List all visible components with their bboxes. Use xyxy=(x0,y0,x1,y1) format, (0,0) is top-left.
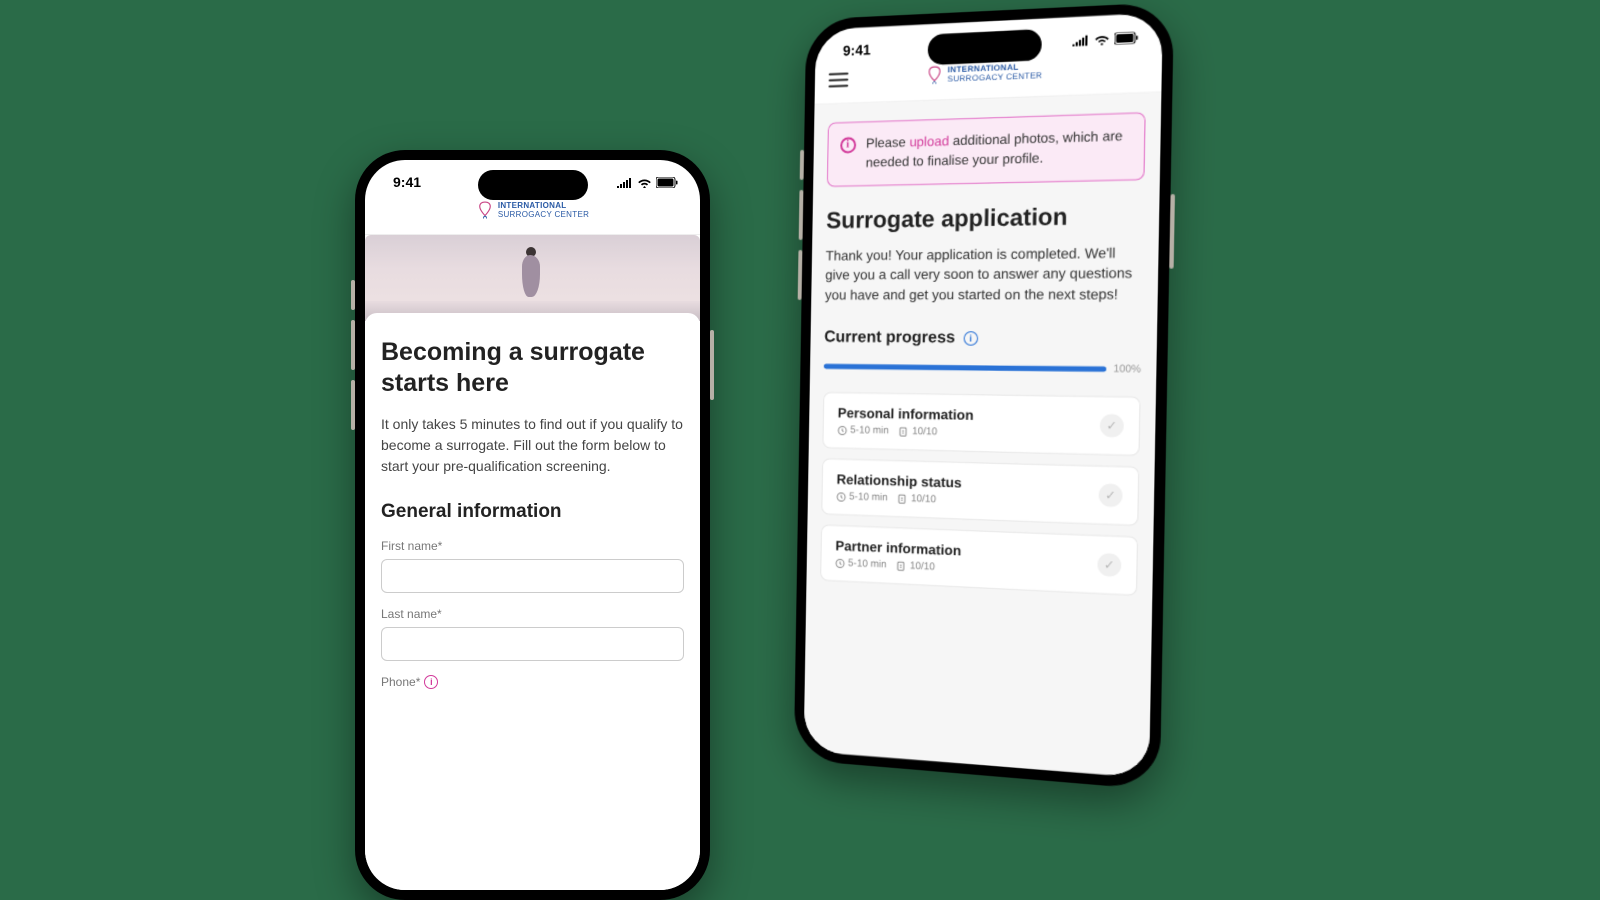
step-title: Relationship status xyxy=(836,472,961,491)
upload-link[interactable]: upload xyxy=(909,133,949,150)
progress-fill xyxy=(824,364,1107,372)
page-title: Surrogate application xyxy=(826,201,1144,234)
step-item[interactable]: Personal information 5-10 min 10/10 ✓ xyxy=(822,392,1140,456)
upload-alert: Please upload additional photos, which a… xyxy=(827,112,1146,187)
phone-button xyxy=(351,380,355,430)
alert-text: Please upload additional photos, which a… xyxy=(866,126,1132,172)
check-icon: ✓ xyxy=(1098,484,1122,508)
app-logo: INTERNATIONAL SURROGACY CENTER xyxy=(476,198,589,224)
step-meta: 5-10 min 10/10 xyxy=(836,491,961,506)
phone-mockup-form: 9:41 INTERNATIONAL SURROGACY CENTER xyxy=(355,150,710,900)
dynamic-island xyxy=(927,29,1041,65)
status-icons xyxy=(617,177,678,188)
phone-button xyxy=(798,250,803,300)
last-name-input[interactable] xyxy=(381,627,684,661)
progress-bar: 100% xyxy=(824,361,1141,376)
phone-label: Phone* i xyxy=(381,675,684,689)
page-body: Thank you! Your application is completed… xyxy=(825,242,1144,305)
step-meta: 5-10 min 10/10 xyxy=(835,558,961,575)
status-time: 9:41 xyxy=(843,41,871,58)
status-icons xyxy=(1072,31,1138,46)
first-name-input[interactable] xyxy=(381,559,684,593)
info-icon xyxy=(840,137,856,154)
phone-button xyxy=(710,330,714,400)
step-title: Personal information xyxy=(838,406,974,424)
section-heading: General information xyxy=(381,501,684,523)
first-name-label: First name* xyxy=(381,539,684,553)
phone-button xyxy=(351,280,355,310)
last-name-label: Last name* xyxy=(381,607,684,621)
phone-button xyxy=(799,190,804,240)
phone-mockup-progress: 9:41 INTERNATIONAL SURROGACY CENTER xyxy=(794,2,1174,790)
logo-text-2: SURROGACY CENTER xyxy=(947,72,1042,85)
page-title: Becoming a surrogate starts here xyxy=(381,337,684,400)
hero-image xyxy=(365,235,700,321)
steps-list: Personal information 5-10 min 10/10 ✓ Re… xyxy=(820,392,1141,607)
page-subtitle: It only takes 5 minutes to find out if y… xyxy=(381,414,684,477)
step-item[interactable]: Partner information 5-10 min 10/10 ✓ xyxy=(820,525,1138,596)
info-icon[interactable]: i xyxy=(424,675,438,689)
check-icon: ✓ xyxy=(1100,414,1124,438)
dynamic-island xyxy=(478,170,588,200)
info-icon[interactable]: i xyxy=(963,332,978,346)
main-content: Please upload additional photos, which a… xyxy=(804,92,1162,778)
progress-percent: 100% xyxy=(1113,364,1141,376)
step-title: Partner information xyxy=(835,538,961,559)
phone-button xyxy=(800,150,804,180)
phone-button xyxy=(351,320,355,370)
step-meta: 5-10 min 10/10 xyxy=(837,425,973,439)
logo-text-2: SURROGACY CENTER xyxy=(498,211,589,220)
status-time: 9:41 xyxy=(393,174,421,190)
phone-button xyxy=(1169,194,1175,269)
menu-icon[interactable] xyxy=(828,70,848,91)
progress-heading: Current progress i xyxy=(824,329,1142,349)
app-header: INTERNATIONAL SURROGACY CENTER xyxy=(365,194,700,235)
check-icon: ✓ xyxy=(1097,553,1121,577)
step-item[interactable]: Relationship status 5-10 min 10/10 ✓ xyxy=(821,459,1139,527)
